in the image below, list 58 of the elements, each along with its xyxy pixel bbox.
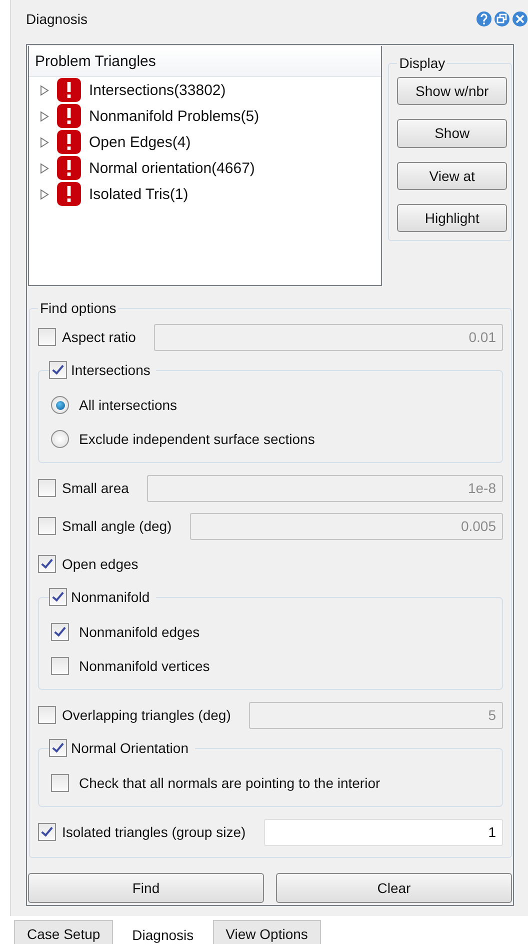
tree-item[interactable]: Nonmanifold Problems(5) (89, 108, 260, 124)
checkbox[interactable] (51, 623, 69, 641)
option-label: Open edges (62, 556, 138, 572)
checkbox[interactable] (51, 774, 69, 792)
help-icon[interactable] (476, 11, 492, 27)
close-icon[interactable] (512, 11, 528, 27)
option-label: Small area (62, 480, 129, 496)
display-button[interactable]: Highlight (397, 204, 507, 232)
action-button[interactable]: Clear (276, 873, 512, 903)
checkbox[interactable] (38, 706, 56, 724)
error-icon (57, 104, 81, 128)
tab[interactable]: View Options (212, 920, 321, 944)
error-icon (57, 182, 81, 206)
restore-icon[interactable] (494, 11, 510, 27)
option-label: Nonmanifold vertices (79, 658, 210, 674)
expand-icon[interactable] (40, 162, 49, 174)
checkbox[interactable] (49, 361, 67, 379)
tree-item[interactable]: Intersections(33802) (89, 82, 226, 98)
action-button[interactable]: Find (28, 873, 264, 903)
group-title: Display (398, 55, 446, 71)
checkbox[interactable] (38, 517, 56, 535)
expand-icon[interactable] (40, 136, 49, 148)
radio-button[interactable] (51, 430, 69, 448)
option-label: Nonmanifold edges (79, 624, 200, 640)
option-label: All intersections (79, 397, 178, 413)
radio-button[interactable] (51, 396, 69, 414)
checkbox[interactable] (49, 739, 67, 757)
error-icon (57, 130, 81, 154)
input-field[interactable]: 1 (264, 818, 503, 846)
checkbox[interactable] (49, 588, 67, 606)
group-title: Find options (39, 300, 118, 316)
group-title: Nonmanifold (71, 589, 150, 605)
group-title: Normal Orientation (71, 740, 188, 756)
display-button[interactable]: View at (397, 162, 507, 190)
expand-icon[interactable] (40, 84, 49, 96)
option-label: Exclude independent surface sections (79, 431, 315, 447)
option-label: Check that all normals are pointing to the interior (79, 775, 380, 791)
tab[interactable]: Case Setup (14, 920, 114, 944)
checkbox[interactable] (38, 555, 56, 573)
tree-item[interactable]: Isolated Tris(1) (89, 186, 188, 202)
tree-item[interactable]: Normal orientation(4667) (89, 160, 255, 176)
option-label: Small angle (deg) (62, 518, 172, 534)
expand-icon[interactable] (40, 110, 49, 122)
checkbox[interactable] (38, 479, 56, 497)
option-label: Isolated triangles (group size) (62, 824, 246, 840)
tree-item[interactable]: Open Edges(4) (89, 134, 191, 150)
display-button[interactable]: Show (397, 119, 507, 148)
group-title: Intersections (71, 362, 150, 378)
checkbox[interactable] (51, 657, 69, 675)
expand-icon[interactable] (40, 188, 49, 200)
option-label: Aspect ratio (62, 329, 136, 345)
checkbox[interactable] (38, 328, 56, 346)
window-title: Diagnosis (26, 11, 88, 27)
error-icon (57, 78, 81, 102)
display-button[interactable]: Show w/nbr (397, 77, 507, 106)
checkbox[interactable] (38, 823, 56, 841)
option-label: Overlapping triangles (deg) (62, 707, 231, 723)
error-icon (57, 156, 81, 180)
